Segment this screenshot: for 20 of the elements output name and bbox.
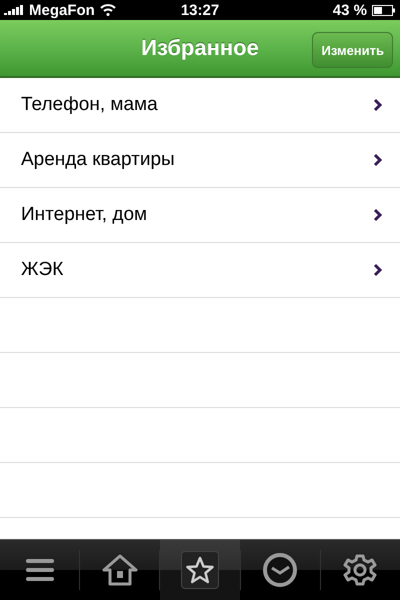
favorite-item[interactable]: Аренда квартиры xyxy=(0,133,400,188)
favorite-item[interactable]: Интернет, дом xyxy=(0,188,400,243)
status-time: 13:27 xyxy=(180,2,220,18)
chevron-icon xyxy=(373,263,382,277)
battery-percent: 43 % xyxy=(332,2,367,18)
screen-title: Избранное xyxy=(141,35,259,61)
battery-icon xyxy=(372,4,396,16)
favorite-item[interactable]: ЖЭК xyxy=(0,243,400,298)
chevron-icon xyxy=(373,153,382,167)
chevron-icon xyxy=(373,98,382,112)
clock-icon xyxy=(262,552,298,588)
favorite-item[interactable]: Телефон, мама xyxy=(0,78,400,133)
carrier-name: MegaFon xyxy=(29,2,95,18)
menu-icon xyxy=(24,558,55,582)
signal-icon xyxy=(4,5,24,15)
home-icon xyxy=(100,553,139,587)
chevron-icon xyxy=(373,208,382,222)
tab-button[interactable] xyxy=(160,540,240,600)
wifi-icon xyxy=(100,4,116,16)
settings-icon xyxy=(343,553,378,587)
